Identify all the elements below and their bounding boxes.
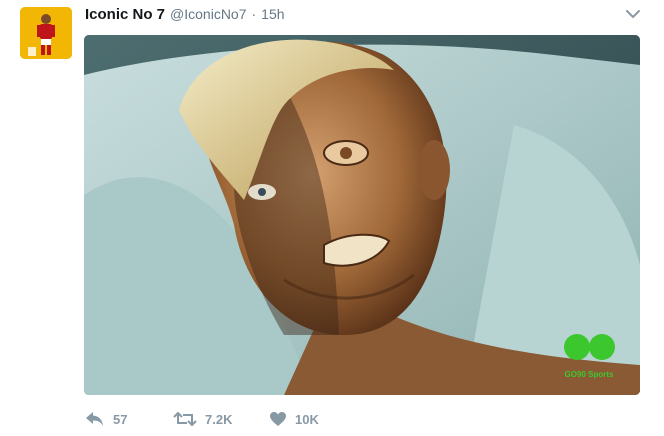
avatar[interactable] [20, 7, 72, 59]
retweet-count: 7.2K [205, 411, 233, 427]
retweet-button[interactable]: 7.2K [173, 411, 269, 427]
media-watermark: GO90 Sports [565, 370, 614, 379]
tweet-menu-button[interactable] [625, 7, 641, 19]
retweet-icon [173, 411, 197, 427]
tweet-header: Iconic No 7 @IconicNo7 · 15h [85, 6, 285, 24]
footballer-avatar-icon [20, 7, 72, 59]
reply-button[interactable]: 57 [85, 411, 173, 427]
heart-icon [270, 412, 286, 426]
user-handle[interactable]: @IconicNo7 [170, 6, 246, 22]
header-separator: · [251, 6, 257, 22]
reply-icon [86, 412, 103, 426]
chevron-down-icon [626, 10, 640, 18]
reply-count: 57 [113, 411, 128, 427]
like-count: 10K [295, 411, 319, 427]
tweet-timestamp[interactable]: 15h [261, 6, 284, 22]
display-name[interactable]: Iconic No 7 [85, 6, 165, 23]
like-button[interactable]: 10K [269, 411, 319, 427]
tweet-media-image[interactable]: GO90 Sports [84, 35, 640, 395]
photo-of-man-with-bronze-face: GO90 Sports [84, 35, 640, 395]
tweet-actions: 57 7.2K 10K [85, 409, 319, 429]
